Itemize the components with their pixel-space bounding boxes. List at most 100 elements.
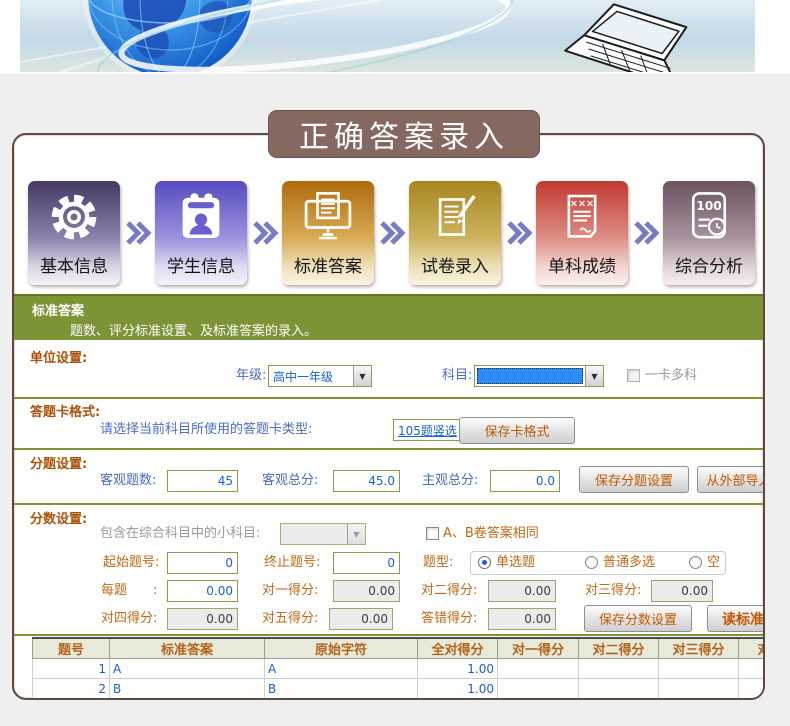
- radio-single-choice-label: 单选题: [496, 552, 535, 574]
- subjective-score-label: 主观总分:: [422, 470, 478, 492]
- report-clock-icon: 100: [681, 189, 737, 245]
- nav-item-basic-info[interactable]: 基本信息: [28, 181, 120, 285]
- cell-right4: [739, 679, 766, 699]
- chevron-down-icon[interactable]: ▼: [353, 366, 371, 386]
- cell-right3: [659, 679, 739, 699]
- sub-subject-dropdown: ▼: [280, 523, 366, 545]
- section-divider: [14, 634, 763, 636]
- cell-full-score: 1.00: [418, 659, 498, 679]
- cell-right4: [739, 659, 766, 679]
- section-divider: [14, 448, 763, 450]
- save-card-format-button[interactable]: 保存卡格式: [459, 417, 575, 444]
- unit-settings-label: 单位设置:: [30, 347, 87, 366]
- cell-raw-chars: B: [265, 679, 418, 699]
- score-settings-label: 分数设置:: [30, 508, 87, 527]
- subject-dropdown[interactable]: ▼: [474, 365, 604, 387]
- nav-bar: 基本信息 学生信息: [28, 181, 755, 287]
- read-standard-answer-button[interactable]: 读标准答案: [707, 605, 765, 632]
- import-external-button[interactable]: 从外部导入格式: [697, 466, 765, 493]
- column-header: 标准答案: [110, 638, 265, 659]
- chevron-right-icon: [628, 181, 663, 285]
- right4-label: 对四得分:: [101, 608, 157, 630]
- nav-item-subject-score[interactable]: ××× 单科成绩: [536, 181, 628, 285]
- right3-label: 对三得分:: [585, 580, 641, 602]
- cell-standard-answer: B: [110, 679, 265, 699]
- end-number-input[interactable]: [333, 552, 400, 574]
- table-row[interactable]: 2 B B 1.00: [33, 679, 766, 699]
- grade-dropdown[interactable]: 高中一年级 ▼: [268, 365, 372, 387]
- radio-empty-label: 空: [707, 552, 720, 574]
- objective-score-input[interactable]: [333, 470, 400, 492]
- cell-raw-chars: A: [265, 659, 418, 679]
- card-type-label: 请选择当前科目所使用的答题卡类型:: [100, 419, 312, 441]
- objective-count-label: 客观题数:: [100, 470, 156, 492]
- nav-item-analysis[interactable]: 100 综合分析: [663, 181, 755, 285]
- section-divider: [14, 503, 763, 505]
- cell-right1: [498, 679, 579, 699]
- radio-single-choice[interactable]: [478, 556, 491, 569]
- multi-card-checkbox-label: 一卡多科: [645, 365, 697, 387]
- per-question-label: 每题 :: [101, 580, 157, 602]
- chevron-right-icon: [374, 181, 409, 285]
- answer-table: 题号 标准答案 原始字符 全对得分 对一得分 对二得分 对三得分 对四得分 1 …: [32, 637, 765, 700]
- sub-subject-label: 包含在综合科目中的小科目:: [100, 523, 260, 545]
- section-header-title: 标准答案: [32, 300, 84, 319]
- banner-image: [20, 0, 755, 72]
- column-header: 对一得分: [498, 638, 579, 659]
- cell-right2: [579, 679, 659, 699]
- section-header-subtitle: 题数、评分标准设置、及标准答案的录入。: [70, 320, 317, 339]
- cell-question-no: 2: [33, 679, 110, 699]
- nav-item-label: 试卷录入: [421, 252, 489, 277]
- split-settings-label: 分题设置:: [30, 453, 87, 472]
- page: 正确答案录入 基本信息: [0, 0, 790, 726]
- subject-label: 科目:: [442, 365, 472, 387]
- wrong-score-label: 答错得分:: [421, 608, 477, 630]
- right2-label: 对二得分:: [421, 580, 477, 602]
- save-split-settings-button[interactable]: 保存分题设置: [579, 466, 689, 493]
- radio-empty[interactable]: [689, 556, 702, 569]
- nav-item-label: 综合分析: [675, 252, 743, 277]
- right5-input: [329, 608, 393, 630]
- nav-item-label: 标准答案: [294, 252, 362, 277]
- cell-question-no: 1: [33, 659, 110, 679]
- subject-dropdown-selection: [477, 368, 583, 384]
- main-panel: 基本信息 学生信息: [12, 133, 765, 700]
- gear-icon: [46, 189, 102, 245]
- start-number-input[interactable]: [167, 552, 238, 574]
- ab-same-checkbox[interactable]: [426, 527, 439, 540]
- subjective-score-input[interactable]: [490, 470, 560, 492]
- right1-label: 对一得分:: [262, 580, 318, 602]
- card-format-label: 答题卡格式:: [30, 401, 100, 420]
- end-number-label: 终止题号:: [264, 552, 320, 574]
- column-header: 对三得分: [659, 638, 739, 659]
- chevron-down-icon[interactable]: ▼: [585, 366, 603, 386]
- ab-same-checkbox-label: A、B卷答案相同: [443, 523, 539, 545]
- nav-item-label: 学生信息: [167, 252, 235, 277]
- nav-item-student-info[interactable]: 学生信息: [155, 181, 247, 285]
- objective-count-input[interactable]: [167, 470, 238, 492]
- chevron-down-icon: ▼: [347, 524, 365, 544]
- nav-item-label: 单科成绩: [548, 252, 616, 277]
- cell-right3: [659, 659, 739, 679]
- section-header-bar: 标准答案 题数、评分标准设置、及标准答案的录入。: [14, 294, 763, 340]
- page-title: 正确答案录入: [268, 110, 540, 158]
- page-title-text: 正确答案录入: [299, 112, 509, 156]
- nav-item-standard-answer[interactable]: 标准答案: [282, 181, 374, 285]
- multi-card-checkbox[interactable]: [627, 369, 640, 382]
- chevron-right-icon: [501, 181, 536, 285]
- student-card-icon: [173, 189, 229, 245]
- table-row: [33, 699, 766, 701]
- radio-multi-choice[interactable]: [585, 556, 598, 569]
- nav-item-paper-entry[interactable]: 试卷录入: [409, 181, 501, 285]
- cell-standard-answer: A: [110, 659, 265, 679]
- section-divider: [14, 397, 763, 399]
- radio-multi-choice-label: 普通多选: [603, 552, 655, 574]
- cell-right1: [498, 659, 579, 679]
- per-question-input[interactable]: [167, 580, 238, 602]
- svg-text:100: 100: [696, 199, 722, 213]
- chevron-right-icon: [120, 181, 155, 285]
- grade-dropdown-value: 高中一年级: [269, 368, 353, 385]
- save-score-settings-button[interactable]: 保存分数设置: [584, 605, 692, 632]
- objective-score-label: 客观总分:: [262, 470, 318, 492]
- table-row[interactable]: 1 A A 1.00: [33, 659, 766, 679]
